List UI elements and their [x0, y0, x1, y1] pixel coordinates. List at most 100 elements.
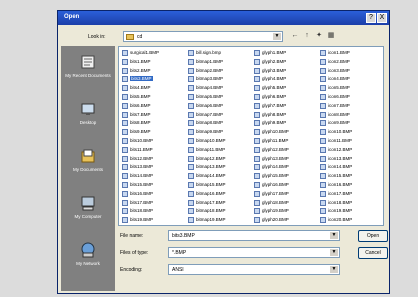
file-item[interactable]: bits6.BMP	[122, 102, 186, 110]
view-menu-icon[interactable]: ▦	[326, 31, 336, 41]
file-item[interactable]: icon7.BMP	[320, 102, 383, 110]
file-item[interactable]: glyph10.BMP	[254, 128, 318, 136]
file-item[interactable]: bitmap7.BMP	[188, 111, 252, 119]
file-item[interactable]: icon5.BMP	[320, 84, 383, 92]
place-recent[interactable]: My Recent Documents	[61, 51, 115, 89]
file-item[interactable]: bits8.BMP	[122, 119, 186, 127]
file-item[interactable]: surgical1.BMP	[122, 49, 186, 57]
file-item[interactable]: icon15.BMP	[320, 172, 383, 180]
new-folder-icon[interactable]: ✦	[314, 31, 324, 41]
file-item[interactable]: icon8.BMP	[320, 111, 383, 119]
file-item[interactable]: icon11.BMP	[320, 137, 383, 145]
file-item[interactable]: bitmap10.BMP	[188, 137, 252, 145]
file-item[interactable]: bits12.BMP	[122, 155, 186, 163]
place-my-computer[interactable]: My Computer	[61, 192, 115, 230]
file-item[interactable]: bits9.BMP	[122, 128, 186, 136]
file-name-field[interactable]: bits3.BMP ▼	[168, 230, 340, 241]
file-item[interactable]: icon20.BMP	[320, 216, 383, 224]
file-item[interactable]: bitmap1.BMP	[188, 58, 252, 66]
file-item[interactable]: bitmap5.BMP	[188, 93, 252, 101]
cancel-button[interactable]: Cancel	[358, 247, 388, 259]
file-item[interactable]: glyph4.BMP	[254, 75, 318, 83]
up-folder-icon[interactable]: ↑	[302, 31, 312, 41]
file-item[interactable]: icon12.BMP	[320, 146, 383, 154]
file-item[interactable]: icon13.BMP	[320, 155, 383, 163]
title-bar[interactable]: Open ? X	[58, 11, 389, 25]
file-item[interactable]: bits1.BMP	[122, 58, 186, 66]
chevron-down-icon[interactable]: ▼	[273, 33, 281, 40]
file-item[interactable]: bits10.BMP	[122, 137, 186, 145]
file-item[interactable]: bitmap8.BMP	[188, 119, 252, 127]
file-item[interactable]: glyph6.BMP	[254, 93, 318, 101]
file-item[interactable]: icon4.BMP	[320, 75, 383, 83]
file-item[interactable]: bits5.BMP	[122, 93, 186, 101]
file-item[interactable]: bitmap9.BMP	[188, 128, 252, 136]
file-list[interactable]: surgical1.BMP bits1.BMP bits2.BMP bits3.BMP…	[118, 46, 384, 226]
file-item[interactable]: bitmap14.BMP	[188, 172, 252, 180]
file-item[interactable]: glyph5.BMP	[254, 84, 318, 92]
chevron-down-icon[interactable]: ▼	[330, 266, 338, 273]
file-item[interactable]: bits17.BMP	[122, 199, 186, 207]
file-item[interactable]: bitmap11.BMP	[188, 146, 252, 154]
file-item[interactable]: icon2.BMP	[320, 58, 383, 66]
file-item[interactable]: icon3.BMP	[320, 67, 383, 75]
file-item[interactable]: bitmap15.BMP	[188, 181, 252, 189]
file-item[interactable]: glyph18.BMP	[254, 199, 318, 207]
file-item[interactable]: bitmap17.BMP	[188, 199, 252, 207]
file-item[interactable]: bits13.BMP	[122, 163, 186, 171]
file-item[interactable]: bitmap13.BMP	[188, 163, 252, 171]
close-button[interactable]: X	[377, 13, 387, 23]
file-item[interactable]: bill.sign.bmp	[188, 49, 252, 57]
file-item[interactable]: glyph16.BMP	[254, 181, 318, 189]
file-item[interactable]: glyph13.BMP	[254, 155, 318, 163]
file-item[interactable]: glyph19.BMP	[254, 207, 318, 215]
file-item[interactable]: glyph3.BMP	[254, 67, 318, 75]
file-item[interactable]: bitmap3.BMP	[188, 75, 252, 83]
help-button[interactable]: ?	[366, 13, 376, 23]
file-item[interactable]: icon9.BMP	[320, 119, 383, 127]
encoding-select[interactable]: ANSI ▼	[168, 264, 340, 275]
file-item[interactable]: bits15.BMP	[122, 181, 186, 189]
file-item[interactable]: icon6.BMP	[320, 93, 383, 101]
file-item[interactable]: bitmap12.BMP	[188, 155, 252, 163]
file-type-select[interactable]: *.BMP ▼	[168, 247, 340, 258]
file-item[interactable]: bits11.BMP	[122, 146, 186, 154]
file-item[interactable]: glyph14.BMP	[254, 163, 318, 171]
file-item[interactable]: bitmap18.BMP	[188, 207, 252, 215]
file-item[interactable]: icon14.BMP	[320, 163, 383, 171]
place-my-documents[interactable]: My Documents	[61, 145, 115, 183]
file-item[interactable]: glyph2.BMP	[254, 58, 318, 66]
back-icon[interactable]: ←	[290, 31, 300, 41]
place-desktop[interactable]: Desktop	[61, 98, 115, 136]
file-item[interactable]: bits2.BMP	[122, 67, 186, 75]
file-item[interactable]: bits16.BMP	[122, 190, 186, 198]
file-item[interactable]: icon17.BMP	[320, 190, 383, 198]
chevron-down-icon[interactable]: ▼	[330, 232, 338, 239]
file-item[interactable]: bitmap2.BMP	[188, 67, 252, 75]
file-item[interactable]: icon19.BMP	[320, 207, 383, 215]
file-item[interactable]: glyph17.BMP	[254, 190, 318, 198]
file-item[interactable]: glyph12.BMP	[254, 146, 318, 154]
file-item[interactable]: bitmap4.BMP	[188, 84, 252, 92]
file-item[interactable]: glyph1.BMP	[254, 49, 318, 57]
file-item[interactable]: icon18.BMP	[320, 199, 383, 207]
file-item[interactable]: icon16.BMP	[320, 181, 383, 189]
open-button[interactable]: Open	[358, 230, 388, 242]
file-item[interactable]: bits19.BMP	[122, 216, 186, 224]
chevron-down-icon[interactable]: ▼	[330, 249, 338, 256]
file-item[interactable]: glyph8.BMP	[254, 111, 318, 119]
place-my-network[interactable]: My Network	[61, 239, 115, 277]
file-item[interactable]: glyph20.BMP	[254, 216, 318, 224]
look-in-select[interactable]: cd ▼	[123, 31, 283, 42]
file-item[interactable]: bitmap6.BMP	[188, 102, 252, 110]
file-item[interactable]: glyph15.BMP	[254, 172, 318, 180]
file-item[interactable]: bits4.BMP	[122, 84, 186, 92]
file-item[interactable]: bits18.BMP	[122, 207, 186, 215]
file-item[interactable]: bits14.BMP	[122, 172, 186, 180]
file-item[interactable]: icon1.BMP	[320, 49, 383, 57]
file-item[interactable]: glyph9.BMP	[254, 119, 318, 127]
file-item[interactable]: glyph7.BMP	[254, 102, 318, 110]
file-item[interactable]: icon10.BMP	[320, 128, 383, 136]
file-item[interactable]: bits3.BMP	[122, 75, 186, 83]
file-item[interactable]: bitmap19.BMP	[188, 216, 252, 224]
